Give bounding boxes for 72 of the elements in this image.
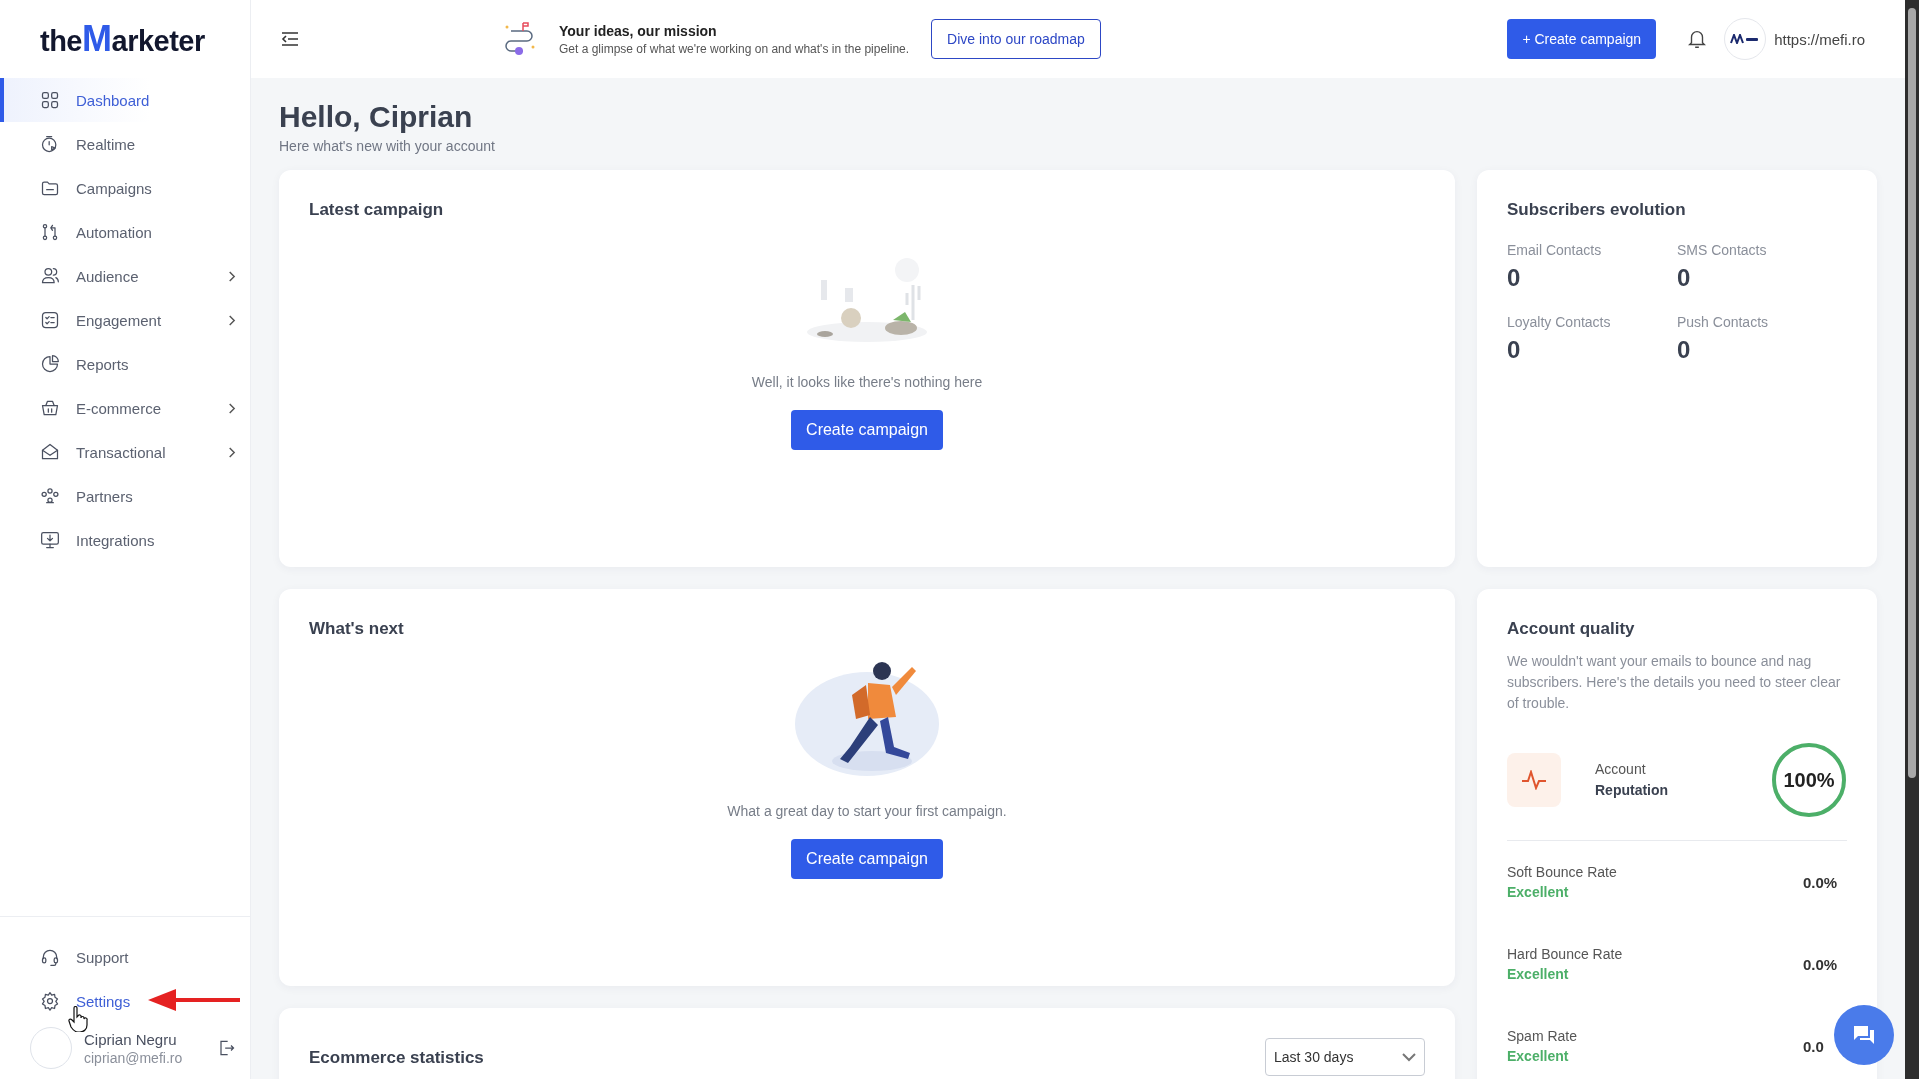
period-dropdown[interactable]: Last 30 days [1265, 1038, 1425, 1076]
user-name: Ciprian Negru [84, 1030, 178, 1048]
stat-label: Push Contacts [1677, 314, 1770, 330]
chevron-icon [227, 445, 236, 459]
chat-icon [1852, 1024, 1876, 1046]
card-title: Subscribers evolution [1507, 200, 1687, 220]
stat-label: Loyalty Contacts [1507, 314, 1612, 330]
stat-value: 0 [1677, 336, 1692, 364]
nav-item[interactable]: Campaigns [0, 166, 250, 210]
nav-item[interactable]: Audience [0, 254, 250, 298]
nav-item[interactable]: Integrations [0, 518, 250, 562]
chevron-icon [227, 269, 236, 283]
rate-value: 0.0% [1803, 955, 1839, 973]
empty-message: Well, it looks like there's nothing here [751, 374, 983, 390]
pie-chart-icon [40, 354, 60, 374]
scrollbar[interactable] [1905, 0, 1919, 1079]
card-title: Latest campaign [309, 200, 444, 220]
headset-icon [40, 947, 60, 967]
pulse-icon [1507, 753, 1561, 807]
greeting-subtitle: Here what's new with your account [279, 138, 496, 154]
nav-item[interactable]: Automation [0, 210, 250, 254]
rate-name: Soft Bounce Rate [1507, 864, 1617, 880]
rate-status: Excellent [1507, 966, 1570, 982]
card-title: Ecommerce statistics [309, 1048, 484, 1068]
card-description: We wouldn't want your emails to bounce and nag subscribers. Here's the details you need to steer clear of trouble. [1507, 652, 1842, 713]
rate-name: Hard Bounce Rate [1507, 946, 1623, 962]
stat-label: Email Contacts [1507, 242, 1603, 258]
checklist-icon [40, 310, 60, 330]
announcement-text: Get a glimpse of what we're working on and what's in the pipeline. [559, 41, 910, 56]
card-title: What's next [309, 619, 404, 639]
rate-value: 0.0% [1803, 873, 1839, 891]
envelope-icon [40, 442, 60, 462]
reputation-value: 100% [1782, 767, 1836, 793]
reputation-label: Account Reputation [1595, 760, 1669, 800]
nav-item[interactable]: Engagement [0, 298, 250, 342]
rate-value: 0.0 [1803, 1037, 1825, 1055]
nav-item[interactable]: Realtime [0, 122, 250, 166]
caret-icon [1402, 1052, 1416, 1062]
stat-value: 0 [1507, 336, 1522, 364]
nav-item[interactable]: E-commerce [0, 386, 250, 430]
user-email: ciprian@mefi.ro [84, 1049, 183, 1066]
chevron-icon [227, 313, 236, 327]
create-campaign-button[interactable]: Create campaign [791, 410, 943, 450]
rate-status: Excellent [1507, 1048, 1570, 1064]
logo[interactable]: theMarketer [40, 18, 250, 56]
rate-name: Spam Rate [1507, 1028, 1578, 1044]
basket-icon [40, 398, 60, 418]
stat-value: 0 [1677, 264, 1692, 292]
roadmap-button[interactable]: Dive into our roadmap [931, 19, 1101, 59]
chevron-icon [227, 401, 236, 415]
grid-icon [40, 90, 60, 110]
stat-value: 0 [1507, 264, 1522, 292]
site-url[interactable]: https://mefi.ro [1774, 30, 1865, 48]
create-campaign-button[interactable]: Create campaign [791, 839, 943, 879]
people-icon [40, 486, 60, 506]
nav-item[interactable]: Partners [0, 474, 250, 518]
nav-item[interactable]: Transactional [0, 430, 250, 474]
announcement-title: Your ideas, our mission [559, 22, 718, 39]
stat-label: SMS Contacts [1677, 242, 1768, 258]
menu-icon[interactable] [281, 31, 299, 47]
users-icon [40, 266, 60, 286]
greeting-title: Hello, Ciprian [279, 100, 474, 134]
empty-message: What a great day to start your first campaign. [727, 803, 1007, 819]
nav-item[interactable]: Support [0, 935, 250, 979]
card-title: Account quality [1507, 619, 1636, 639]
flow-icon [40, 222, 60, 242]
rate-status: Excellent [1507, 884, 1570, 900]
settings-icon [40, 991, 60, 1011]
nav-item[interactable]: Reports [0, 342, 250, 386]
monitor-icon [40, 530, 60, 550]
nav-item[interactable]: Settings [0, 979, 250, 1023]
create-campaign-button[interactable]: + Create campaign [1507, 19, 1657, 59]
